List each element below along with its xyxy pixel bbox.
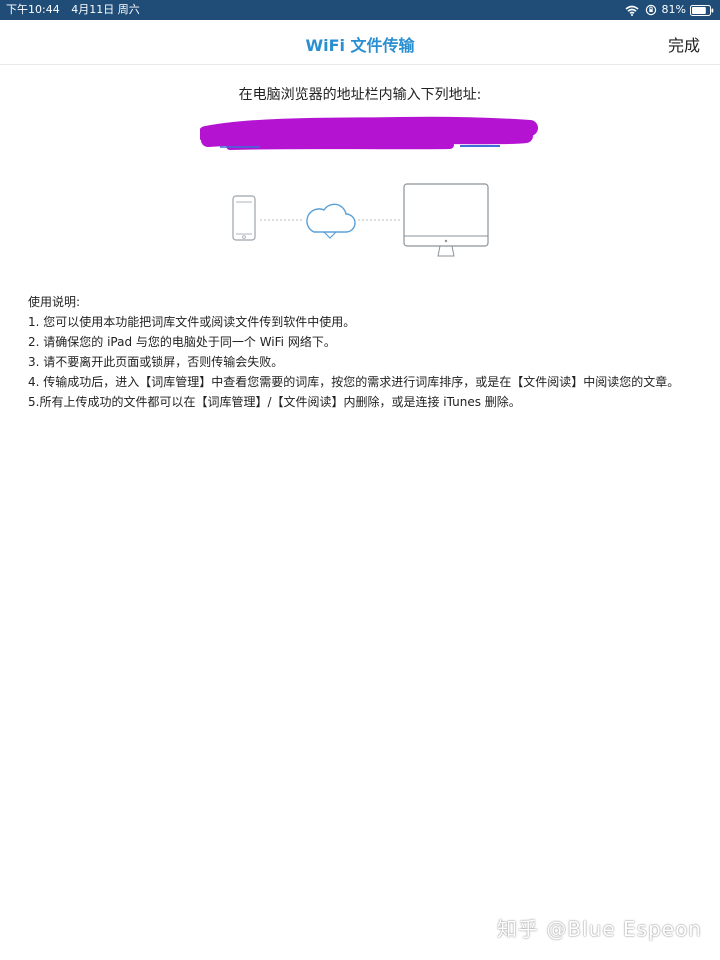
phone-icon — [232, 195, 256, 241]
status-time: 下午10:44 — [6, 3, 60, 16]
usage-item-3: 3. 请不要离开此页面或锁屏，否则传输会失败。 — [28, 355, 284, 369]
wifi-transfer-sheet: WiFi 文件传输 完成 在电脑浏览器的地址栏内输入下列地址: 使用说明: 1.… — [0, 20, 720, 960]
battery-icon — [690, 4, 714, 16]
instruction-text: 在电脑浏览器的地址栏内输入下列地址: — [238, 87, 482, 103]
usage-item-2: 2. 请确保您的 iPad 与您的电脑处于同一个 WiFi 网络下。 — [28, 335, 336, 349]
watermark: 知乎 @Blue Espeon — [497, 917, 702, 941]
usage-item-5: 5.所有上传成功的文件都可以在【词库管理】/【文件阅读】内删除，或是连接 iTu… — [28, 395, 521, 409]
cloud-icon — [306, 203, 356, 239]
page-title: WiFi 文件传输 — [305, 36, 415, 55]
usage-heading: 使用说明: — [28, 295, 81, 309]
status-left: 下午10:44 4月11日 周六 — [6, 0, 148, 20]
rotation-lock-icon — [645, 4, 656, 16]
usage-item-4: 4. 传输成功后，进入【词库管理】中查看您需要的词库，按您的需求进行词库排序，或… — [28, 375, 680, 389]
status-right: 81% — [625, 0, 714, 20]
done-button[interactable]: 完成 — [668, 32, 700, 56]
transfer-illustration — [232, 183, 489, 257]
battery-percent: 81% — [661, 3, 686, 16]
status-date: 4月11日 周六 — [71, 3, 140, 16]
nav-bar: WiFi 文件传输 完成 — [0, 20, 720, 64]
monitor-icon — [403, 183, 489, 257]
status-bar: 下午10:44 4月11日 周六 81% — [0, 0, 720, 20]
usage-instructions: 使用说明: 1. 您可以使用本功能把词库文件或阅读文件传到软件中使用。 2. 请… — [28, 292, 708, 412]
usage-item-1: 1. 您可以使用本功能把词库文件或阅读文件传到软件中使用。 — [28, 315, 356, 329]
wifi-icon — [625, 5, 639, 16]
redacted-address — [200, 116, 538, 150]
app-root: 下午10:44 4月11日 周六 81% WiFi 文件传输 完成 在电脑浏览器… — [0, 0, 720, 960]
nav-divider — [0, 64, 720, 65]
